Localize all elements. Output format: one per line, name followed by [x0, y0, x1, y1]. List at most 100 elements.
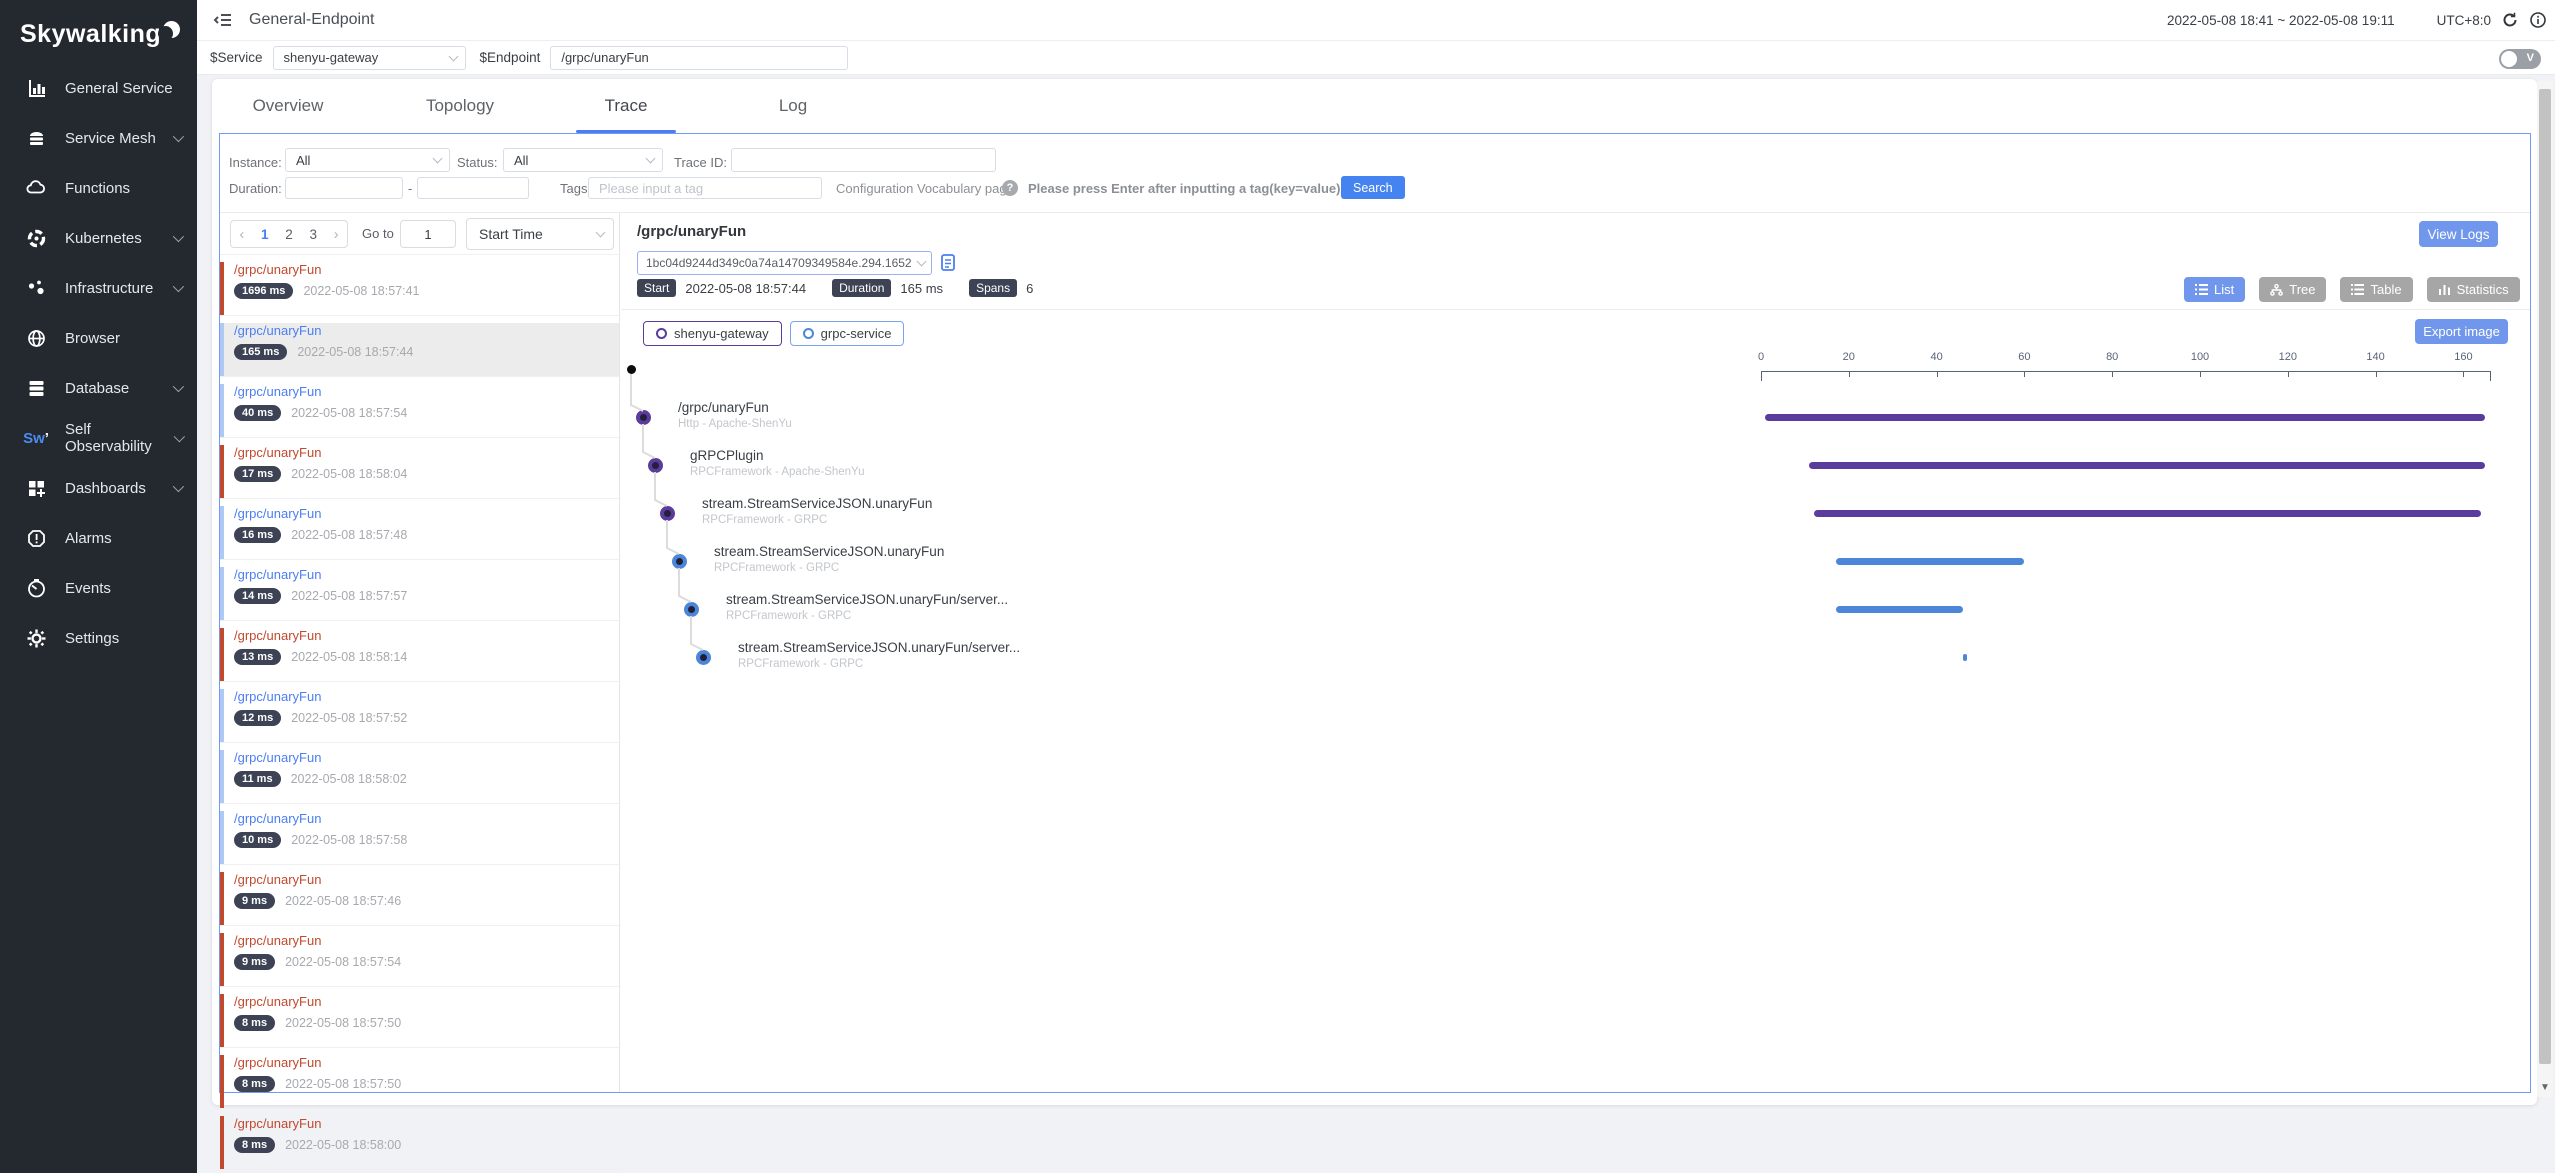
status-select[interactable]: All [503, 148, 663, 172]
page-number-1[interactable]: 1 [261, 227, 269, 242]
status-strip [220, 872, 224, 925]
auto-refresh-toggle[interactable]: V [2499, 49, 2541, 69]
scrollbar-down-arrow[interactable]: ▼ [2540, 1082, 2550, 1093]
sw-icon: Sw’ [24, 426, 48, 450]
trace-list-item[interactable]: /grpc/unaryFun16 ms2022-05-08 18:57:48 [220, 506, 619, 560]
duration-min-input[interactable] [285, 177, 403, 199]
view-mode-label: Table [2370, 282, 2401, 297]
view-mode-list[interactable]: List [2184, 277, 2245, 302]
app-logo[interactable]: Skywalking [0, 0, 197, 63]
trace-endpoint: /grpc/unaryFun [234, 1055, 619, 1070]
view-mode-table[interactable]: Table [2340, 277, 2412, 302]
span-duration-bar[interactable] [1963, 654, 1967, 661]
page-number-2[interactable]: 2 [285, 227, 293, 242]
help-icon[interactable]: ? [1002, 180, 1018, 196]
sidebar-item-functions[interactable]: Functions [0, 163, 197, 213]
trace-list-item[interactable]: /grpc/unaryFun17 ms2022-05-08 18:58:04 [220, 445, 619, 499]
sort-select[interactable]: Start Time [466, 218, 614, 250]
span-duration-bar[interactable] [1814, 510, 2481, 517]
refresh-icon[interactable] [2501, 11, 2519, 29]
tab-trace[interactable]: Trace [576, 79, 676, 133]
timezone[interactable]: UTC+8:0 [2437, 13, 2491, 28]
trace-list-item[interactable]: /grpc/unaryFun12 ms2022-05-08 18:57:52 [220, 689, 619, 743]
legend-label: grpc-service [821, 326, 892, 341]
copy-trace-id-icon[interactable] [940, 253, 957, 277]
trace-id-select[interactable]: 1bc04d9244d349c0a74a14709349584e.294.165… [637, 251, 932, 275]
chevron-down-icon [917, 257, 927, 267]
trace-list-item[interactable]: /grpc/unaryFun 1696 ms2022-05-08 18:57:41 [220, 262, 619, 316]
trace-list-item[interactable]: /grpc/unaryFun40 ms2022-05-08 18:57:54 [220, 384, 619, 438]
duration-max-input[interactable] [417, 177, 529, 199]
view-logs-button[interactable]: View Logs [2419, 221, 2498, 247]
status-strip [220, 994, 224, 1047]
trace-list-item[interactable]: /grpc/unaryFun8 ms2022-05-08 18:58:00 [220, 1116, 619, 1170]
trace-list-item[interactable]: /grpc/unaryFun165 ms2022-05-08 18:57:44 [220, 323, 619, 377]
trace-endpoint: /grpc/unaryFun [234, 262, 619, 277]
status-strip [220, 933, 224, 986]
export-image-button[interactable]: Export image [2415, 319, 2508, 344]
view-mode-label: Statistics [2457, 282, 2509, 297]
endpoint-input[interactable] [550, 46, 848, 70]
trace-endpoint: /grpc/unaryFun [234, 994, 619, 1009]
time-range[interactable]: 2022-05-08 18:41 ~ 2022-05-08 19:11 [2167, 13, 2395, 28]
search-button[interactable]: Search [1341, 176, 1405, 199]
view-mode-tree[interactable]: Tree [2259, 277, 2326, 302]
page-prev-button[interactable]: ‹ [239, 226, 244, 243]
trace-item-meta: 8 ms2022-05-08 18:57:50 [234, 1015, 619, 1031]
trace-endpoint: /grpc/unaryFun [234, 384, 619, 399]
trace-list-item[interactable]: /grpc/unaryFun 8 ms2022-05-08 18:57:50 [220, 994, 619, 1048]
sidebar-item-label: Database [65, 380, 129, 397]
goto-page-input[interactable] [400, 220, 456, 248]
sidebar-item-database[interactable]: Database [0, 363, 197, 413]
duration-badge: 9 ms [234, 954, 275, 970]
grid-icon [24, 476, 48, 500]
page-title: General-Endpoint [249, 11, 374, 29]
sidebar-item-service-mesh[interactable]: Service Mesh [0, 113, 197, 163]
start-time: 2022-05-08 18:57:50 [285, 1016, 401, 1030]
span-duration-bar[interactable] [1809, 462, 2485, 469]
span-duration-bar[interactable] [1836, 558, 2025, 565]
trace-item-meta: 8 ms2022-05-08 18:57:50 [234, 1076, 619, 1092]
sidebar-item-label: Settings [65, 630, 119, 647]
sidebar-item-label: Events [65, 580, 111, 597]
list-icon [2195, 284, 2208, 295]
info-icon[interactable] [2529, 11, 2547, 29]
span-duration-bar[interactable] [1765, 414, 2485, 421]
sidebar-item-general-service[interactable]: General Service [0, 63, 197, 113]
trace-endpoint: /grpc/unaryFun [234, 872, 619, 887]
trace-list-item[interactable]: /grpc/unaryFun11 ms2022-05-08 18:58:02 [220, 750, 619, 804]
trace-list-item[interactable]: /grpc/unaryFun13 ms2022-05-08 18:58:14 [220, 628, 619, 682]
trace-list-item[interactable]: /grpc/unaryFun10 ms2022-05-08 18:57:58 [220, 811, 619, 865]
service-select[interactable]: shenyu-gateway [273, 46, 466, 70]
sidebar-item-settings[interactable]: Settings [0, 613, 197, 663]
tags-input[interactable] [588, 177, 822, 199]
trace-list-item[interactable]: /grpc/unaryFun 8 ms2022-05-08 18:57:50 [220, 1055, 619, 1109]
instance-select[interactable]: All [285, 148, 450, 172]
page-number-3[interactable]: 3 [309, 227, 317, 242]
collapse-sidebar-icon[interactable] [213, 10, 233, 30]
tab-log[interactable]: Log [743, 79, 843, 133]
sidebar-item-kubernetes[interactable]: Kubernetes [0, 213, 197, 263]
chevron-down-icon [433, 154, 443, 164]
sidebar-item-browser[interactable]: Browser [0, 313, 197, 363]
sidebar-item-self-observability[interactable]: Sw’Self Observability [0, 413, 197, 463]
sidebar-item-dashboards[interactable]: Dashboards [0, 463, 197, 513]
sidebar-item-alarms[interactable]: Alarms [0, 513, 197, 563]
trace-item-meta: 1696 ms2022-05-08 18:57:41 [234, 283, 619, 299]
page-next-button[interactable]: › [334, 226, 339, 243]
tab-overview[interactable]: Overview [238, 79, 338, 133]
scrollbar-thumb[interactable] [2539, 89, 2551, 1064]
sidebar-item-events[interactable]: Events [0, 563, 197, 613]
scrollbar[interactable]: ▼ [2537, 81, 2553, 1097]
sidebar-item-infrastructure[interactable]: Infrastructure [0, 263, 197, 313]
cloud-icon [24, 176, 48, 200]
trace-list-item[interactable]: /grpc/unaryFun9 ms2022-05-08 18:57:54 [220, 933, 619, 987]
trace-list-item[interactable]: /grpc/unaryFun9 ms2022-05-08 18:57:46 [220, 872, 619, 926]
span-duration-bar[interactable] [1836, 606, 1963, 613]
status-select-value: All [514, 153, 528, 168]
view-mode-statistics[interactable]: Statistics [2427, 277, 2520, 302]
trace-list-item[interactable]: /grpc/unaryFun14 ms2022-05-08 18:57:57 [220, 567, 619, 621]
vocabulary-link[interactable]: Configuration Vocabulary page [836, 181, 1014, 196]
tab-topology[interactable]: Topology [410, 79, 510, 133]
trace-id-input[interactable] [731, 148, 996, 172]
